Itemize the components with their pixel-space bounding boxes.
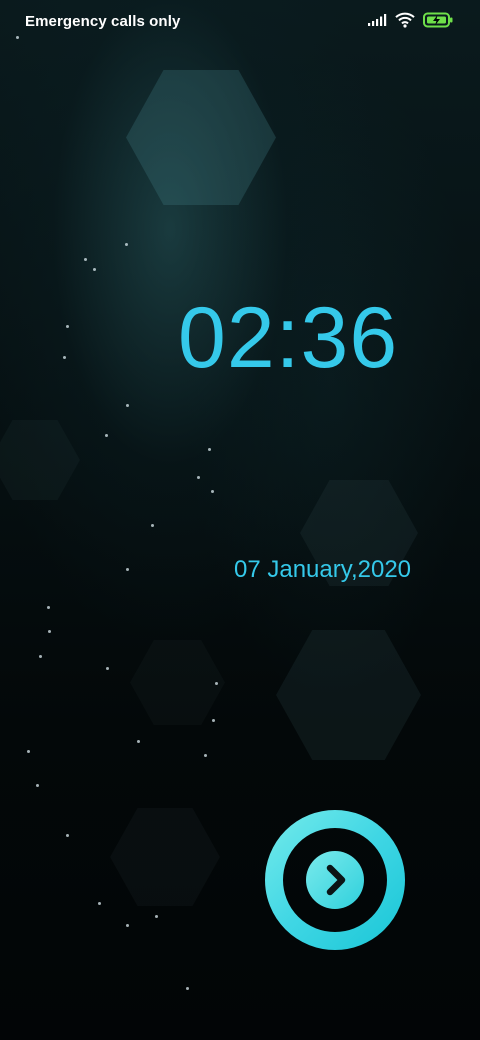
lockscreen-date: 07 January,2020 [234, 556, 412, 583]
star [208, 448, 211, 451]
star [98, 902, 101, 905]
star [36, 784, 39, 787]
star [39, 655, 42, 658]
bokeh-hexagon [110, 808, 220, 906]
star [126, 568, 129, 571]
battery-charging-icon [423, 12, 453, 33]
star [215, 682, 218, 685]
status-bar: Emergency calls only [0, 0, 480, 44]
star [84, 258, 87, 261]
unlock-button[interactable] [264, 809, 406, 951]
signal-icon [368, 13, 387, 31]
star [126, 404, 129, 407]
star [126, 924, 129, 927]
carrier-status-text: Emergency calls only [25, 13, 181, 30]
bokeh-hexagon [0, 420, 80, 500]
star [105, 434, 108, 437]
star [186, 987, 189, 990]
star [66, 325, 69, 328]
star [66, 834, 69, 837]
bokeh-hexagon [130, 640, 225, 725]
star [106, 667, 109, 670]
star [151, 524, 154, 527]
star [48, 630, 51, 633]
star [137, 740, 140, 743]
bokeh-hexagon [126, 70, 276, 205]
wifi-icon [395, 12, 415, 33]
bokeh-hexagon [276, 630, 421, 760]
lockscreen-clock: 02:36 [178, 290, 399, 386]
star [27, 750, 30, 753]
star [93, 268, 96, 271]
star [211, 490, 214, 493]
status-icons [368, 12, 453, 32]
star [125, 243, 128, 246]
star [47, 606, 50, 609]
star [63, 356, 66, 359]
star [197, 476, 200, 479]
star [204, 754, 207, 757]
lock-screen: Emergency calls only 02:36 07 January,20… [0, 0, 480, 1040]
star [155, 915, 158, 918]
star [212, 719, 215, 722]
